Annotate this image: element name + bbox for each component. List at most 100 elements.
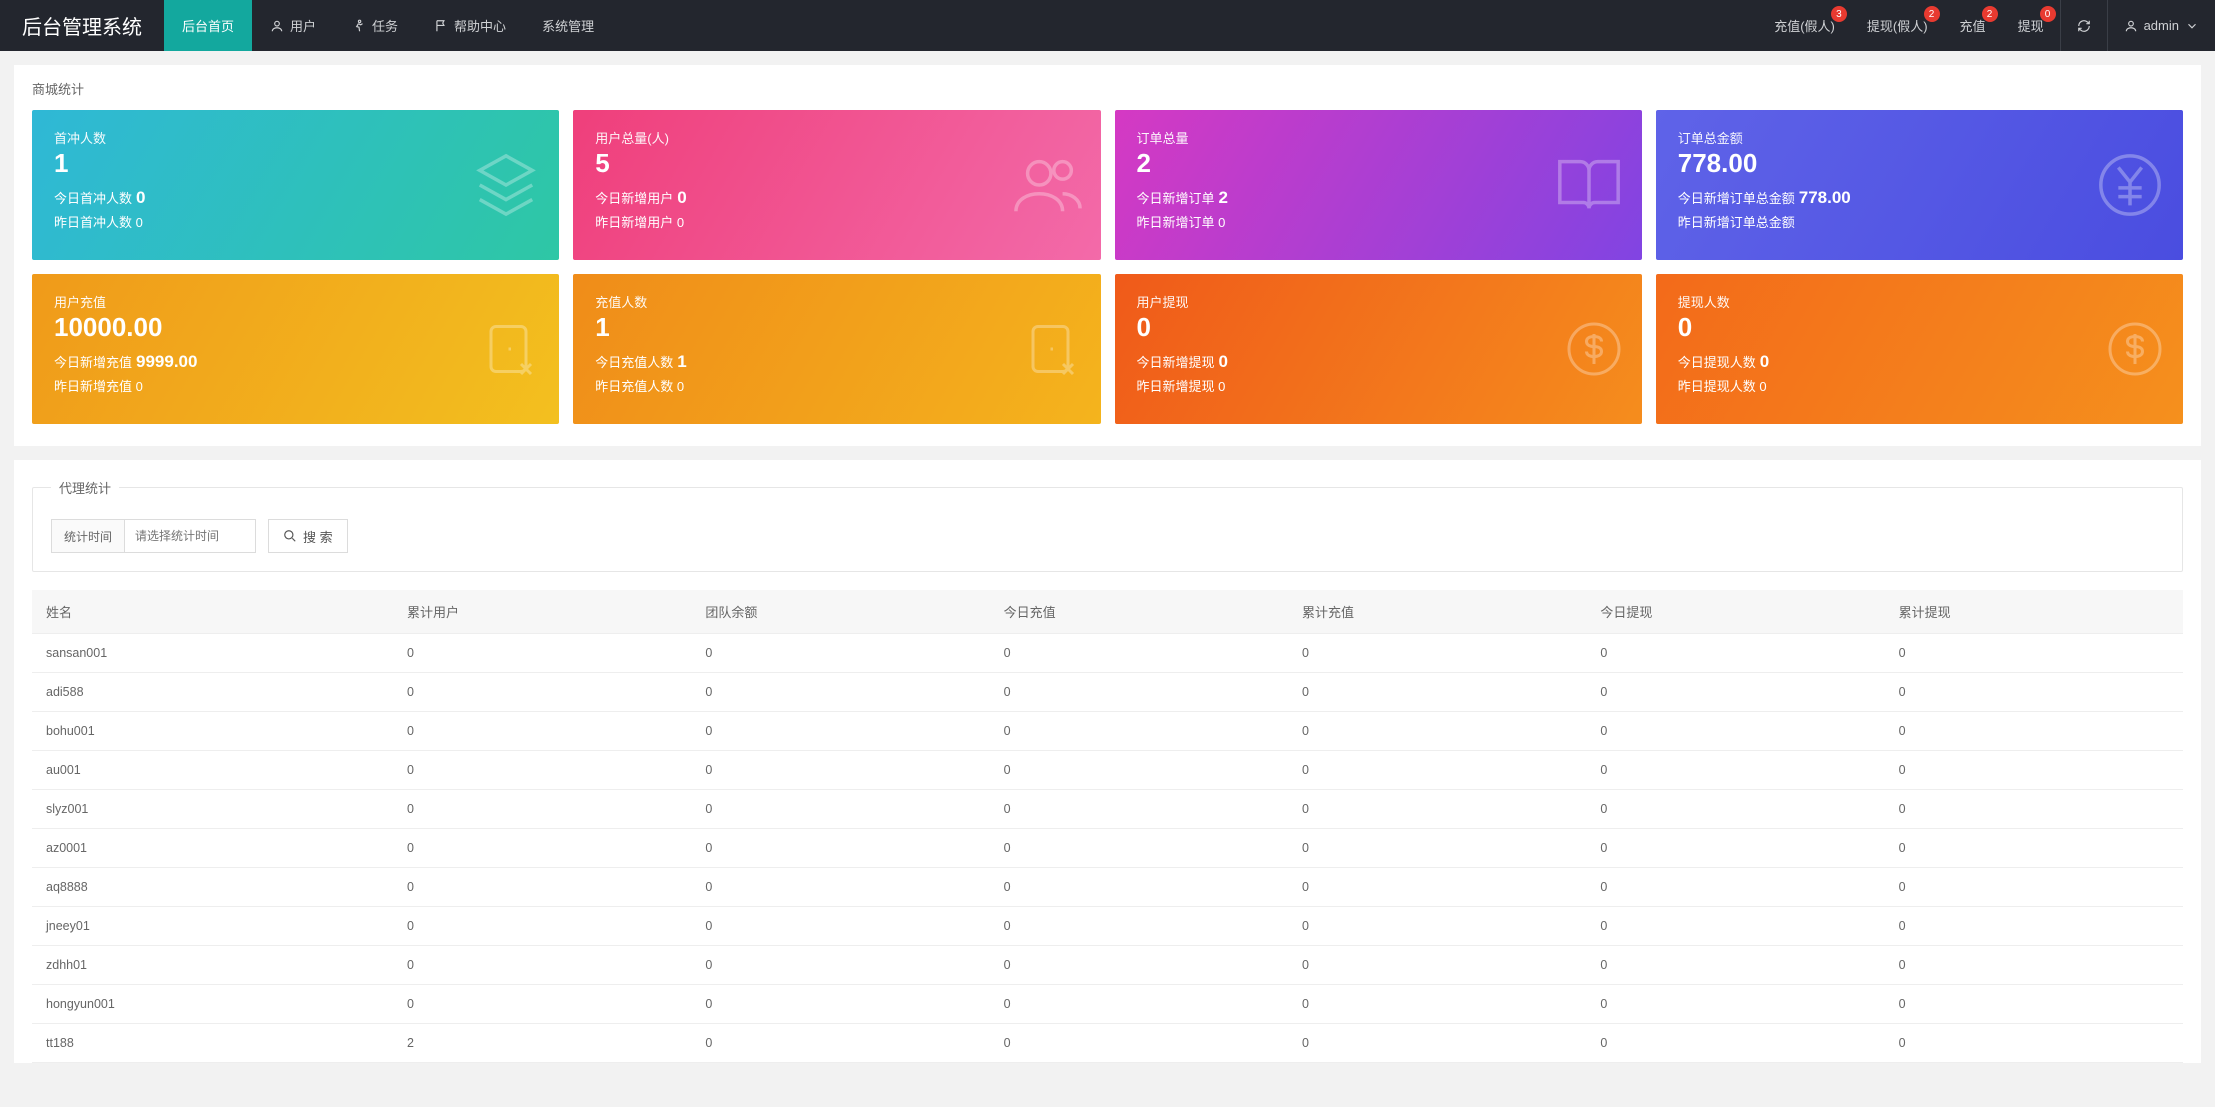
card-line-label: 今日新增订单	[1137, 191, 1215, 206]
table-cell: aq8888	[32, 868, 393, 907]
nav-recharge[interactable]: 充值 2	[1944, 0, 2002, 51]
table-cell: hongyun001	[32, 985, 393, 1024]
table-cell: 0	[1586, 829, 1884, 868]
users-icon	[1013, 150, 1083, 220]
card-line-value: 0	[1218, 215, 1225, 230]
table-cell: adi588	[32, 673, 393, 712]
table-row: hongyun001000000	[32, 985, 2183, 1024]
card-line-label: 今日充值人数	[595, 355, 673, 370]
table-cell: 0	[1885, 985, 2183, 1024]
card-line-label: 昨日新增订单	[1137, 215, 1215, 230]
card-line-today: 今日新增订单总金额778.00	[1678, 188, 2161, 208]
table-cell: 0	[1885, 829, 2183, 868]
card-line-label: 今日首冲人数	[54, 191, 132, 206]
card-order-total: 订单总量 2 今日新增订单2 昨日新增订单 0	[1115, 110, 1642, 260]
search-button[interactable]: 搜 索	[268, 519, 348, 553]
nav-user[interactable]: 用户	[252, 0, 334, 51]
badge-recharge: 2	[1982, 6, 1998, 22]
card-line-value: 778.00	[1799, 188, 1851, 207]
table-cell: 0	[691, 907, 989, 946]
card-line-today: 今日提现人数0	[1678, 352, 2161, 372]
nav-admin-dropdown[interactable]: admin	[2108, 0, 2215, 51]
nav-user-label: 用户	[290, 16, 316, 35]
table-cell: 0	[990, 712, 1288, 751]
table-cell: 0	[1586, 868, 1884, 907]
nav-withdraw-fake[interactable]: 提现(假人) 2	[1851, 0, 1944, 51]
top-nav-left: 后台管理系统 后台首页 用户 任务 帮助中心 系统管理	[0, 0, 612, 51]
card-value: 778.00	[1678, 149, 2161, 178]
table-cell: 0	[990, 1024, 1288, 1063]
table-cell: 0	[1586, 1024, 1884, 1063]
card-line-today: 今日新增用户0	[595, 188, 1078, 208]
table-cell: 0	[990, 751, 1288, 790]
card-line-value: 0	[1759, 379, 1766, 394]
stats-time-group: 统计时间	[51, 519, 256, 553]
card-value: 0	[1678, 313, 2161, 342]
table-row: sansan001000000	[32, 634, 2183, 673]
search-button-label: 搜 索	[303, 527, 333, 546]
nav-task-label: 任务	[372, 16, 398, 35]
table-cell: 0	[393, 751, 691, 790]
table-cell: 0	[1288, 712, 1586, 751]
table-cell: 0	[1586, 946, 1884, 985]
table-cell: sansan001	[32, 634, 393, 673]
card-line-label: 昨日新增提现	[1137, 379, 1215, 394]
card-user-total: 用户总量(人) 5 今日新增用户0 昨日新增用户 0	[573, 110, 1100, 260]
card-line-value: 0	[677, 379, 684, 394]
table-cell: 0	[393, 907, 691, 946]
table-cell: 0	[1586, 985, 1884, 1024]
nav-system[interactable]: 系统管理	[524, 0, 612, 51]
table-row: zdhh01000000	[32, 946, 2183, 985]
chevron-down-icon	[2185, 19, 2199, 33]
table-cell: 0	[1586, 751, 1884, 790]
card-line-label: 昨日新增用户	[595, 215, 673, 230]
table-cell: 0	[990, 985, 1288, 1024]
card-value: 10000.00	[54, 313, 537, 342]
refresh-icon	[2077, 19, 2091, 33]
card-line-yesterday: 昨日新增订单 0	[1137, 212, 1620, 231]
card-line-label: 今日新增充值	[54, 355, 132, 370]
nav-withdraw-label: 提现	[2018, 16, 2044, 35]
table-cell: 0	[393, 634, 691, 673]
table-cell: 0	[393, 868, 691, 907]
table-row: au001000000	[32, 751, 2183, 790]
nav-system-label: 系统管理	[542, 16, 594, 35]
card-user-recharge: 用户充值 10000.00 今日新增充值9999.00 昨日新增充值 0	[32, 274, 559, 424]
table-cell: 2	[393, 1024, 691, 1063]
card-row-2: 用户充值 10000.00 今日新增充值9999.00 昨日新增充值 0 充值人…	[32, 274, 2183, 424]
nav-home-label: 后台首页	[182, 16, 234, 35]
card-line-label: 昨日首冲人数	[54, 215, 132, 230]
nav-recharge-fake[interactable]: 充值(假人) 3	[1758, 0, 1851, 51]
nav-help[interactable]: 帮助中心	[416, 0, 524, 51]
table-row: jneey01000000	[32, 907, 2183, 946]
stats-time-input[interactable]	[125, 520, 255, 552]
table-cell: 0	[691, 712, 989, 751]
table-cell: 0	[1885, 790, 2183, 829]
nav-recharge-label: 充值	[1960, 16, 1986, 35]
table-cell: 0	[393, 673, 691, 712]
card-label: 订单总金额	[1678, 128, 2161, 147]
nav-task[interactable]: 任务	[334, 0, 416, 51]
card-line-yesterday: 昨日充值人数 0	[595, 376, 1078, 395]
card-line-value: 0	[1760, 352, 1769, 371]
nav-home[interactable]: 后台首页	[164, 0, 252, 51]
table-cell: 0	[1288, 1024, 1586, 1063]
table-row: slyz001000000	[32, 790, 2183, 829]
card-label: 订单总量	[1137, 128, 1620, 147]
agent-panel: 代理统计 统计时间 搜 索 姓名 累计用户 团队余额 今日充值 累计充值 今日提…	[14, 460, 2201, 1063]
agent-table-head: 姓名 累计用户 团队余额 今日充值 累计充值 今日提现 累计提现	[32, 590, 2183, 634]
col-name: 姓名	[32, 590, 393, 634]
nav-withdraw[interactable]: 提现 0	[2002, 0, 2060, 51]
table-row: adi588000000	[32, 673, 2183, 712]
table-cell: 0	[990, 790, 1288, 829]
table-cell: 0	[1288, 790, 1586, 829]
table-cell: 0	[691, 673, 989, 712]
top-nav-right: 充值(假人) 3 提现(假人) 2 充值 2 提现 0 admin	[1758, 0, 2215, 51]
table-cell: 0	[1885, 712, 2183, 751]
table-cell: 0	[1586, 634, 1884, 673]
table-cell: 0	[1885, 1024, 2183, 1063]
nav-refresh[interactable]	[2061, 0, 2107, 51]
top-nav: 后台管理系统 后台首页 用户 任务 帮助中心 系统管理 充值(假人) 3 提现(…	[0, 0, 2215, 51]
table-cell: 0	[1586, 673, 1884, 712]
card-line-today: 今日充值人数1	[595, 352, 1078, 372]
